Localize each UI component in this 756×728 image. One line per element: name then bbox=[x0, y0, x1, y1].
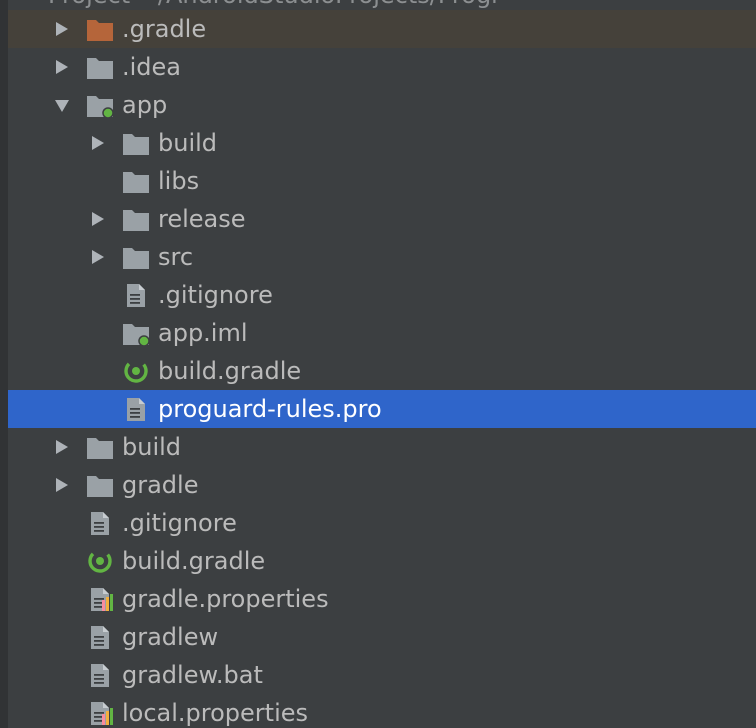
tree-item-label: build bbox=[158, 129, 218, 157]
chevron-right-icon[interactable] bbox=[88, 133, 108, 153]
folder-icon bbox=[86, 434, 114, 460]
tree-item-release[interactable]: release bbox=[8, 200, 756, 238]
tree-item-label: libs bbox=[158, 167, 200, 195]
module-folder-icon bbox=[86, 92, 114, 118]
tool-window-strip bbox=[0, 0, 8, 728]
tree-item-label: proguard-rules.pro bbox=[158, 395, 382, 423]
tree-item-label: gradlew.bat bbox=[122, 661, 263, 689]
tree-item-build-gradle[interactable]: build.gradle bbox=[8, 352, 756, 390]
folder-icon bbox=[86, 54, 114, 80]
folder-icon bbox=[122, 206, 150, 232]
properties-file-icon bbox=[86, 586, 114, 612]
tree-item-gradlew[interactable]: gradlew bbox=[8, 618, 756, 656]
project-root-row-clipped[interactable]: Project ~/AndroidStudioProjects/Progr bbox=[8, 0, 756, 10]
folder-icon bbox=[122, 168, 150, 194]
text-file-icon bbox=[122, 396, 150, 422]
chevron-right-icon[interactable] bbox=[52, 19, 72, 39]
properties-file-icon bbox=[86, 700, 114, 726]
tree-item-proguard-rules-pro[interactable]: proguard-rules.pro bbox=[8, 390, 756, 428]
text-file-icon bbox=[122, 282, 150, 308]
tree-item-label: .gitignore bbox=[122, 509, 237, 537]
folder-icon bbox=[122, 244, 150, 270]
tree-item-label: .idea bbox=[122, 53, 182, 81]
module-file-icon bbox=[122, 320, 150, 346]
tree-item-label: gradlew bbox=[122, 623, 219, 651]
tree-item-gradle[interactable]: gradle bbox=[8, 466, 756, 504]
tree-item-dot-idea[interactable]: .idea bbox=[8, 48, 756, 86]
tree-item-dot-gradle[interactable]: .gradle bbox=[8, 10, 756, 48]
tree-item-label: app.iml bbox=[158, 319, 248, 347]
tree-item-build[interactable]: build bbox=[8, 428, 756, 466]
gradle-icon bbox=[86, 548, 114, 574]
chevron-down-icon[interactable] bbox=[52, 95, 72, 115]
tree-item-gradle-properties[interactable]: gradle.properties bbox=[8, 580, 756, 618]
tree-item-label: build bbox=[122, 433, 182, 461]
tree-item-build-gradle[interactable]: build.gradle bbox=[8, 542, 756, 580]
tree-item-app-iml[interactable]: app.iml bbox=[8, 314, 756, 352]
tree-item-label: gradle bbox=[122, 471, 199, 499]
tree-item-dot-gitignore[interactable]: .gitignore bbox=[8, 276, 756, 314]
tree-item-gradlew-bat[interactable]: gradlew.bat bbox=[8, 656, 756, 694]
chevron-right-icon[interactable] bbox=[88, 209, 108, 229]
chevron-right-icon[interactable] bbox=[52, 475, 72, 495]
folder-icon bbox=[86, 472, 114, 498]
tree-item-label: local.properties bbox=[122, 699, 309, 727]
tree-item-label: .gradle bbox=[122, 15, 207, 43]
tree-item-label: build.gradle bbox=[122, 547, 266, 575]
tree-item-label: .gitignore bbox=[158, 281, 273, 309]
text-file-icon bbox=[86, 510, 114, 536]
folder-icon bbox=[122, 130, 150, 156]
tree-item-label: release bbox=[158, 205, 246, 233]
chevron-right-icon[interactable] bbox=[52, 57, 72, 77]
gradle-icon bbox=[122, 358, 150, 384]
tree-item-app[interactable]: app bbox=[8, 86, 756, 124]
project-tree[interactable]: Project ~/AndroidStudioProjects/Progr .g… bbox=[0, 0, 756, 728]
tree-item-dot-gitignore[interactable]: .gitignore bbox=[8, 504, 756, 542]
tree-item-src[interactable]: src bbox=[8, 238, 756, 276]
tree-item-label: app bbox=[122, 91, 168, 119]
tree-item-libs[interactable]: libs bbox=[8, 162, 756, 200]
text-file-icon bbox=[86, 662, 114, 688]
tree-item-label: src bbox=[158, 243, 194, 271]
chevron-right-icon[interactable] bbox=[88, 247, 108, 267]
tree-item-local-properties[interactable]: local.properties bbox=[8, 694, 756, 728]
tree-item-label: gradle.properties bbox=[122, 585, 329, 613]
chevron-right-icon[interactable] bbox=[52, 437, 72, 457]
text-file-icon bbox=[86, 624, 114, 650]
tree-item-build[interactable]: build bbox=[8, 124, 756, 162]
folder-excluded-icon bbox=[86, 16, 114, 42]
tree-item-label: build.gradle bbox=[158, 357, 302, 385]
